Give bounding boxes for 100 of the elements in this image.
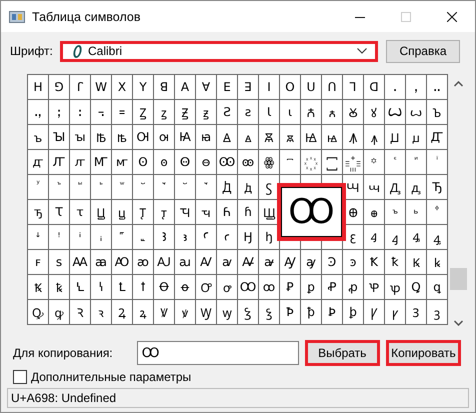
character-cell[interactable]: ꓲ	[259, 75, 280, 100]
character-cell[interactable]: ꝍ	[217, 275, 238, 300]
character-cell[interactable]: ꙾	[175, 175, 196, 200]
character-cell[interactable]: Ꚑ	[133, 200, 154, 225]
character-cell[interactable]: Ꙅ	[217, 100, 238, 125]
character-cell[interactable]: ꝏ	[259, 275, 280, 300]
character-cell[interactable]: ꝕ	[385, 275, 406, 300]
character-cell[interactable]: ꝥ	[301, 300, 322, 325]
character-cell[interactable]: ꙝ	[322, 125, 343, 150]
character-cell[interactable]: ꙲	[343, 150, 364, 175]
character-cell[interactable]: Ꝃ	[406, 250, 427, 275]
character-cell[interactable]: ꓾	[91, 100, 112, 125]
character-cell[interactable]: Ꙋ	[343, 100, 364, 125]
character-cell[interactable]: ꚉ	[406, 175, 427, 200]
character-cell[interactable]: ꓷ	[364, 75, 385, 100]
character-cell[interactable]: ꙇ	[280, 100, 301, 125]
character-cell[interactable]: Ꙙ	[217, 125, 238, 150]
character-cell[interactable]: Ꙗ	[175, 125, 196, 150]
character-cell[interactable]: Ꜣ	[154, 225, 175, 250]
character-cell[interactable]: ꙏ	[28, 125, 49, 150]
character-cell[interactable]: Ꙇ	[259, 100, 280, 125]
character-cell[interactable]: Ꝡ	[196, 300, 217, 325]
character-cell[interactable]: Ꙓ	[91, 125, 112, 150]
character-cell[interactable]: ꓧ	[28, 75, 49, 100]
character-cell[interactable]: ꝛ	[91, 300, 112, 325]
character-cell[interactable]: Ꜹ	[196, 250, 217, 275]
character-cell[interactable]: ꙶ	[427, 150, 448, 175]
character-cell[interactable]: Ꝧ	[322, 300, 343, 325]
character-cell[interactable]: ꜜ	[28, 225, 49, 250]
character-cell[interactable]: Ꝇ	[70, 275, 91, 300]
font-dropdown[interactable]: Calibri	[60, 40, 378, 62]
character-cell[interactable]: ꚏ	[112, 200, 133, 225]
character-cell[interactable]: ꚓ	[196, 200, 217, 225]
character-cell[interactable]: Ꝟ	[154, 300, 175, 325]
character-cell[interactable]: ꙯	[280, 150, 301, 175]
character-cell[interactable]: ꙕ	[154, 125, 175, 150]
character-cell[interactable]: ꜷ	[175, 250, 196, 275]
character-cell[interactable]: ꜳ	[91, 250, 112, 275]
character-cell[interactable]: ꜭ	[385, 225, 406, 250]
character-cell[interactable]: Ꝛ	[70, 300, 91, 325]
character-cell[interactable]: ꙽	[154, 175, 175, 200]
character-cell[interactable]: ꓰ	[217, 75, 238, 100]
character-cell[interactable]: ꓽ	[70, 100, 91, 125]
character-cell[interactable]: ꓮ	[175, 75, 196, 100]
character-cell[interactable]: Ꝩ	[364, 300, 385, 325]
character-cell[interactable]: Ꙛ	[259, 125, 280, 150]
character-cell[interactable]: ꜟ	[91, 225, 112, 250]
character-cell[interactable]: ꙟ	[364, 125, 385, 150]
copy-button[interactable]: Копировать	[386, 340, 461, 366]
character-cell[interactable]: Ꝋ	[154, 275, 175, 300]
character-cell[interactable]: ꝓ	[343, 275, 364, 300]
character-cell[interactable]: ꚋ	[28, 200, 49, 225]
character-cell[interactable]: ꝩ	[385, 300, 406, 325]
character-cell[interactable]: ꜣ	[175, 225, 196, 250]
character-cell[interactable]: Ꙝ	[301, 125, 322, 150]
character-cell[interactable]: ꓱ	[238, 75, 259, 100]
character-cell[interactable]: Ꚋ	[427, 175, 448, 200]
character-cell[interactable]: ꓨ	[49, 75, 70, 100]
character-cell[interactable]: ꙛ	[280, 125, 301, 150]
character-cell[interactable]: ꚑ	[154, 200, 175, 225]
character-cell[interactable]: Ꙍ	[385, 100, 406, 125]
character-cell[interactable]: ꙳	[364, 150, 385, 175]
character-cell[interactable]: ꓬ	[133, 75, 154, 100]
character-cell[interactable]: ꙑ	[70, 125, 91, 150]
character-cell[interactable]: ꙋ	[364, 100, 385, 125]
character-cell[interactable]: ꙓ	[112, 125, 133, 150]
character-cell[interactable]: ꙻ	[112, 175, 133, 200]
character-cell[interactable]: ꜱ	[49, 250, 70, 275]
character-cell[interactable]: ꙍ	[406, 100, 427, 125]
character-cell[interactable]: ꙁ	[154, 100, 175, 125]
character-cell[interactable]: Ꙏ	[427, 100, 448, 125]
character-cell[interactable]: ꓫ	[112, 75, 133, 100]
character-cell[interactable]: ꜻ	[259, 250, 280, 275]
character-cell[interactable]: ꙣ	[28, 150, 49, 175]
character-cell[interactable]: Ꙁ	[133, 100, 154, 125]
scroll-down-icon[interactable]	[454, 320, 462, 326]
character-cell[interactable]: ꓵ	[322, 75, 343, 100]
character-cell[interactable]: Ꚓ	[175, 200, 196, 225]
character-cell[interactable]: ꓯ	[196, 75, 217, 100]
character-cell[interactable]: ꜞ	[70, 225, 91, 250]
character-cell[interactable]: ꜡	[133, 225, 154, 250]
character-cell[interactable]: ꚁ	[238, 175, 259, 200]
character-cell[interactable]: Ꜭ	[364, 225, 385, 250]
character-cell[interactable]: Ꜳ	[70, 250, 91, 275]
character-cell[interactable]: ꜥ	[217, 225, 238, 250]
character-cell[interactable]: ꚞ	[427, 200, 448, 225]
character-cell[interactable]: ꓶ	[343, 75, 364, 100]
character-cell[interactable]: Ꙫ	[175, 150, 196, 175]
character-cell[interactable]: ꝧ	[343, 300, 364, 325]
character-cell[interactable]: ꜽ	[301, 250, 322, 275]
character-cell[interactable]: ꙗ	[196, 125, 217, 150]
character-cell[interactable]: ꜰ	[28, 250, 49, 275]
copy-field[interactable]: Ꚙ	[136, 341, 299, 365]
character-cell[interactable]: ꝉ	[133, 275, 154, 300]
character-cell[interactable]: ꙃ	[196, 100, 217, 125]
character-cell[interactable]: ꚍ	[70, 200, 91, 225]
character-cell[interactable]: ꝡ	[217, 300, 238, 325]
character-cell[interactable]: Ꚍ	[49, 200, 70, 225]
character-cell[interactable]: Ꝍ	[196, 275, 217, 300]
character-cell[interactable]: ꝋ	[175, 275, 196, 300]
